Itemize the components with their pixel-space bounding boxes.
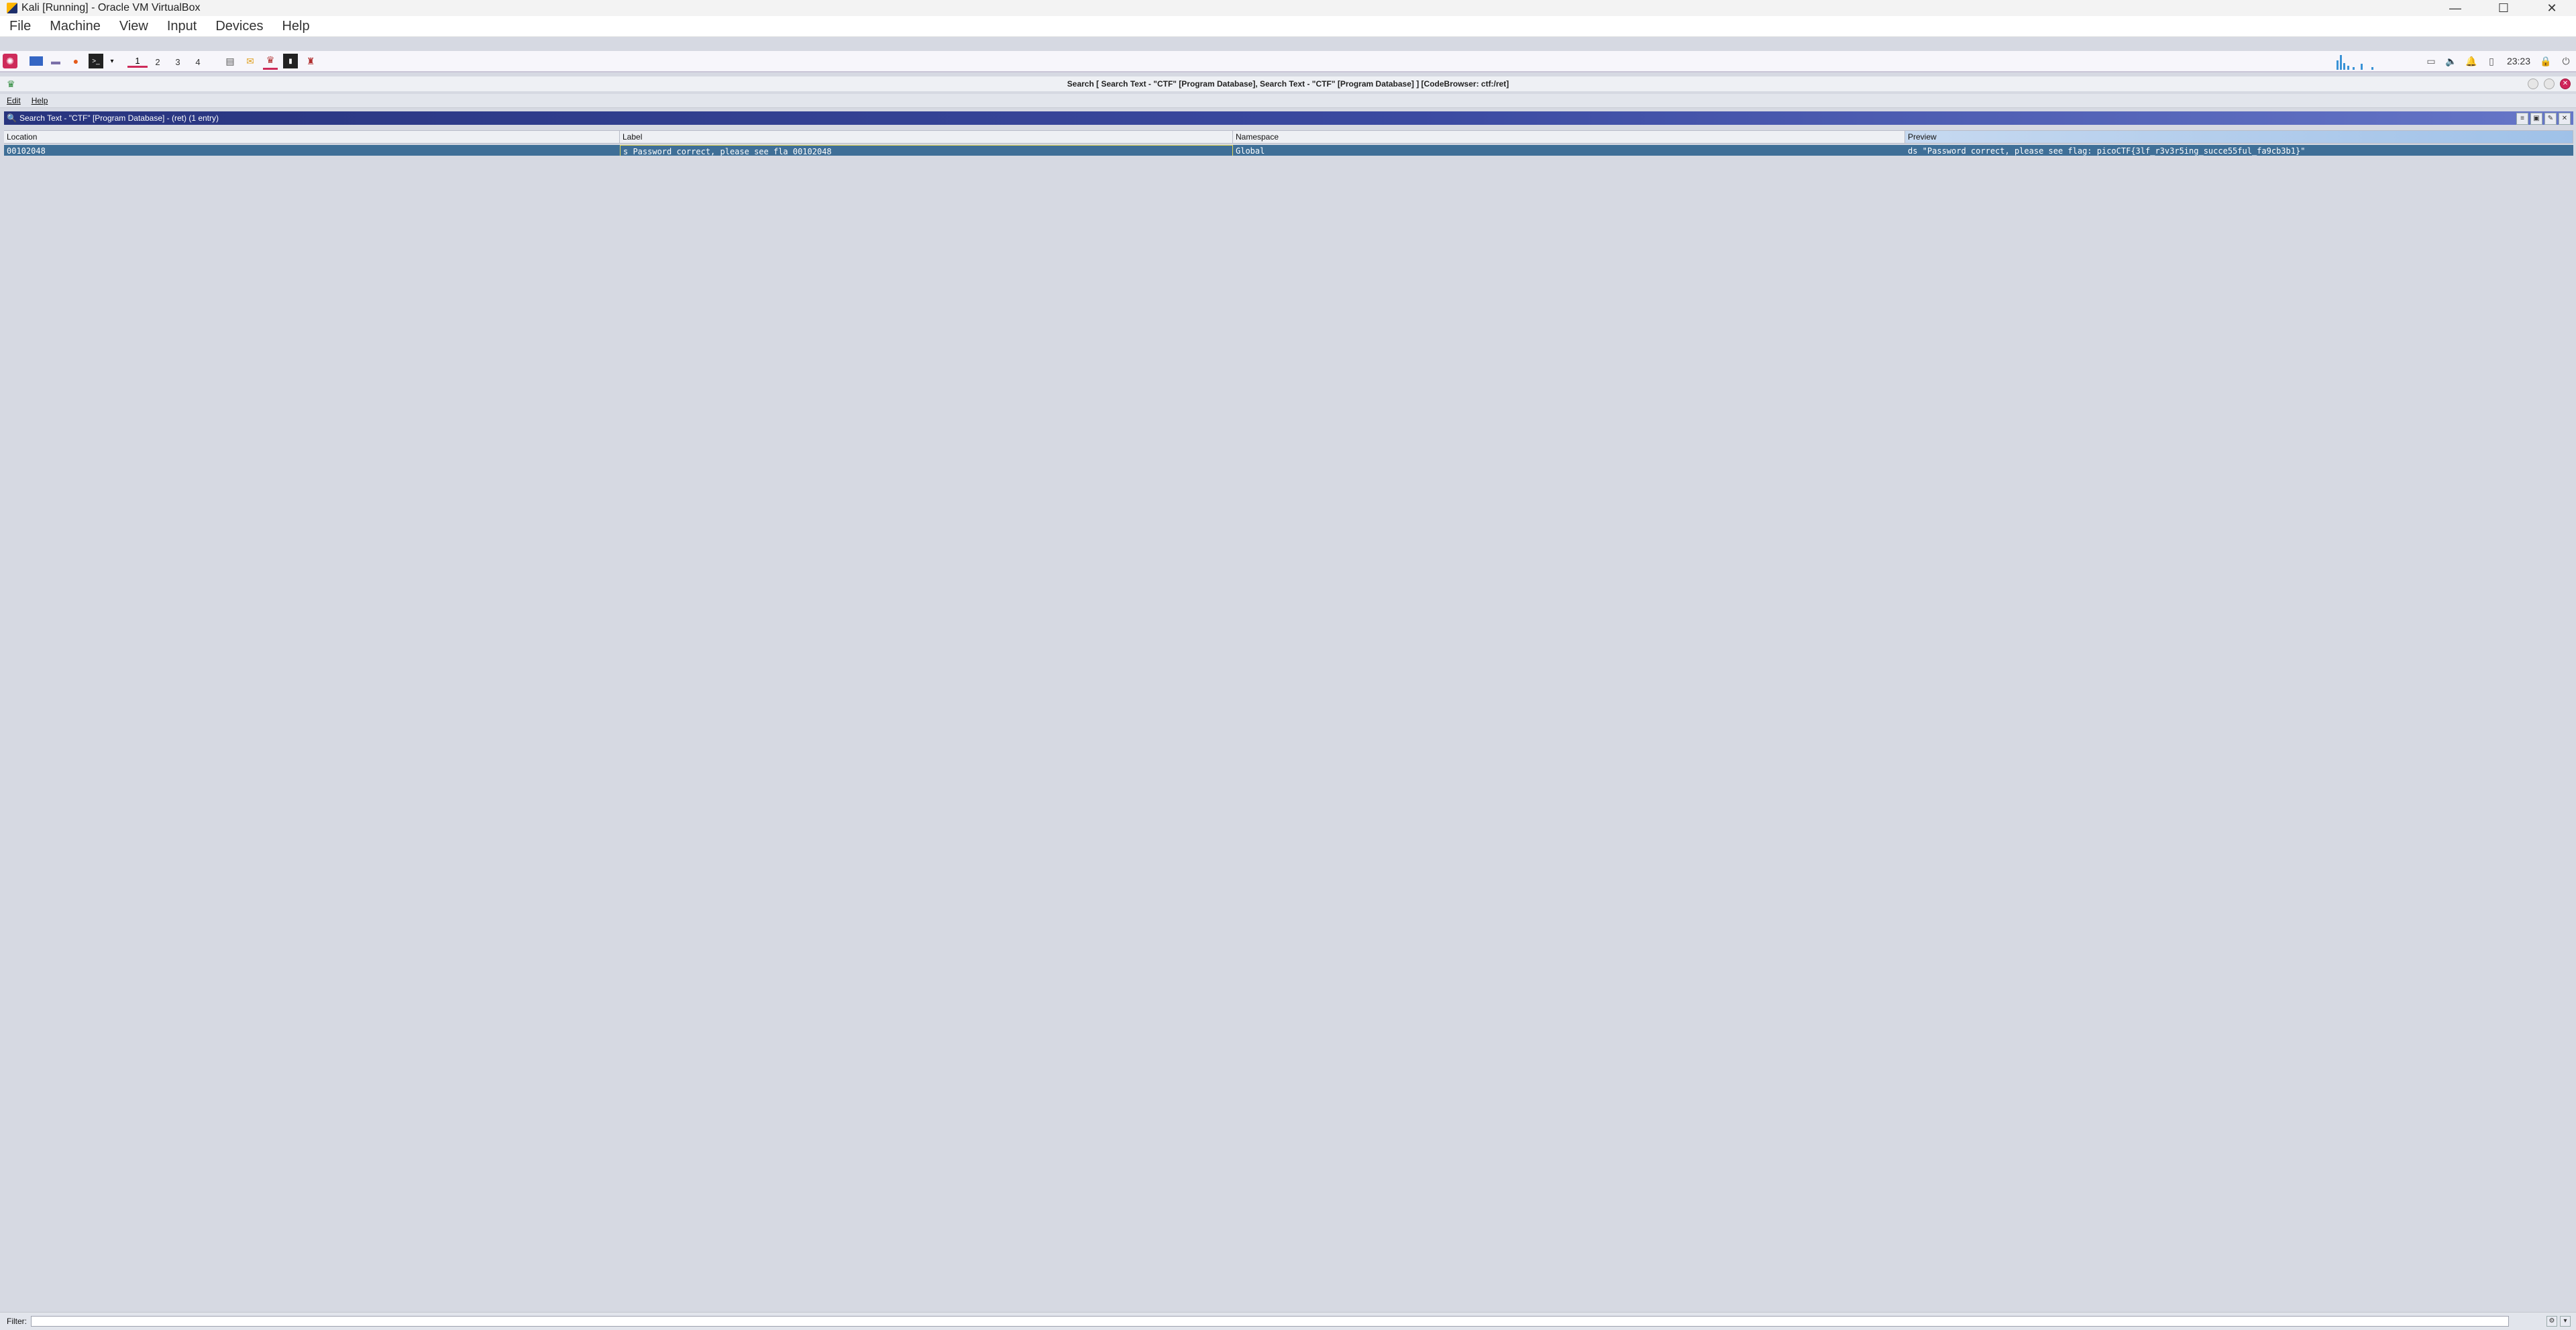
results-table: Location Label Namespace Preview 0010204…: [4, 130, 2573, 157]
workspace-4[interactable]: 4: [188, 56, 208, 67]
kali-menu-icon[interactable]: ✺: [3, 54, 17, 68]
filter-tools: ⚙ ▾: [2546, 1316, 2571, 1327]
vbox-menubar: File Machine View Input Devices Help: [0, 16, 2576, 37]
menu-devices[interactable]: Devices: [206, 19, 272, 34]
minimize-button[interactable]: —: [2431, 0, 2479, 16]
power-icon[interactable]: ⏻: [2559, 54, 2573, 68]
display-icon[interactable]: ▭: [2424, 54, 2438, 68]
clock[interactable]: 23:23: [2507, 56, 2530, 66]
table-options-icon[interactable]: ≡: [2516, 113, 2528, 125]
filter-input[interactable]: [31, 1316, 2509, 1327]
column-header-location[interactable]: Location: [4, 131, 620, 143]
window-controls: — ☐ ✕: [2431, 0, 2576, 16]
cpu-graph: [2334, 52, 2401, 70]
panel-tray: ▭ 🔈 🔔 ▯ 23:23 🔒 ⏻: [2334, 51, 2576, 71]
column-header-preview[interactable]: Preview: [1905, 131, 2573, 143]
maximize-button[interactable]: [2544, 79, 2555, 89]
maximize-button[interactable]: ☐: [2479, 0, 2528, 16]
firefox-icon[interactable]: ●: [68, 54, 83, 68]
kali-panel: ✺ ▬ ● >_ ▾ 1 2 3 4 ▤ ✉ ♛ ▮ ♜ ▭ 🔈 🔔 ▯ 23:…: [0, 51, 2576, 72]
menu-view[interactable]: View: [110, 19, 158, 34]
ghidra-titlebar: ♛ Search [ Search Text - "CTF" [Program …: [0, 76, 2576, 91]
workspace-3[interactable]: 3: [168, 56, 188, 67]
vbox-window-title: Kali [Running] - Oracle VM VirtualBox: [21, 2, 201, 13]
menu-input[interactable]: Input: [158, 19, 206, 34]
file-manager-icon[interactable]: ▬: [48, 54, 63, 68]
filter-dropdown-icon[interactable]: ▾: [2560, 1316, 2571, 1327]
show-desktop-icon[interactable]: [30, 56, 43, 66]
ghidra-window-icon: ♛: [7, 79, 15, 89]
table-empty-area: [4, 156, 2573, 1307]
workspace-2[interactable]: 2: [148, 56, 168, 67]
menu-help[interactable]: Help: [272, 19, 319, 34]
ghidra-window-controls: ✕: [2528, 79, 2571, 89]
lock-icon[interactable]: 🔒: [2538, 54, 2553, 68]
chevron-down-icon[interactable]: ▾: [109, 54, 115, 68]
close-panel-icon[interactable]: ✕: [2559, 113, 2571, 125]
battery-icon[interactable]: ▯: [2484, 54, 2499, 68]
minimize-button[interactable]: [2528, 79, 2538, 89]
ghidra-taskbar-icon[interactable]: ♛: [263, 53, 278, 70]
column-header-namespace[interactable]: Namespace: [1233, 131, 1905, 143]
ghidra-menubar: Edit Help: [0, 94, 2576, 108]
menu-edit[interactable]: Edit: [0, 96, 25, 105]
search-icon: 🔍: [7, 113, 17, 123]
select-icon[interactable]: ✎: [2544, 113, 2557, 125]
menu-help[interactable]: Help: [25, 96, 52, 105]
virtualbox-icon: [7, 3, 17, 13]
window-list-icon[interactable]: ▤: [223, 54, 237, 68]
notification-bell-icon[interactable]: 🔔: [2464, 54, 2479, 68]
column-header-label[interactable]: Label: [620, 131, 1233, 143]
search-results-header: 🔍 Search Text - "CTF" [Program Database]…: [4, 111, 2573, 125]
table-header: Location Label Namespace Preview: [4, 130, 2573, 144]
close-icon[interactable]: ✕: [2560, 79, 2571, 89]
mail-icon[interactable]: ✉: [243, 54, 258, 68]
workspace-1[interactable]: 1: [127, 54, 148, 68]
filter-bar: Filter: ⚙ ▾: [0, 1312, 2576, 1330]
ghidra-launcher-icon[interactable]: ♜: [303, 54, 318, 68]
terminal-taskbar-icon[interactable]: ▮: [283, 54, 298, 68]
vbox-titlebar: Kali [Running] - Oracle VM VirtualBox — …: [0, 0, 2576, 16]
filter-label: Filter:: [7, 1317, 27, 1326]
menu-machine[interactable]: Machine: [40, 19, 110, 34]
close-button[interactable]: ✕: [2528, 0, 2576, 16]
ghidra-window-title: Search [ Search Text - "CTF" [Program Da…: [1067, 79, 1509, 89]
snapshot-icon[interactable]: ▣: [2530, 113, 2542, 125]
panel-toolbar: ≡ ▣ ✎ ✕: [2516, 113, 2571, 125]
menu-file[interactable]: File: [0, 19, 40, 34]
volume-icon[interactable]: 🔈: [2444, 54, 2459, 68]
terminal-icon[interactable]: >_: [89, 54, 103, 68]
filter-options-icon[interactable]: ⚙: [2546, 1316, 2557, 1327]
search-results-title: Search Text - "CTF" [Program Database] -…: [19, 113, 219, 123]
